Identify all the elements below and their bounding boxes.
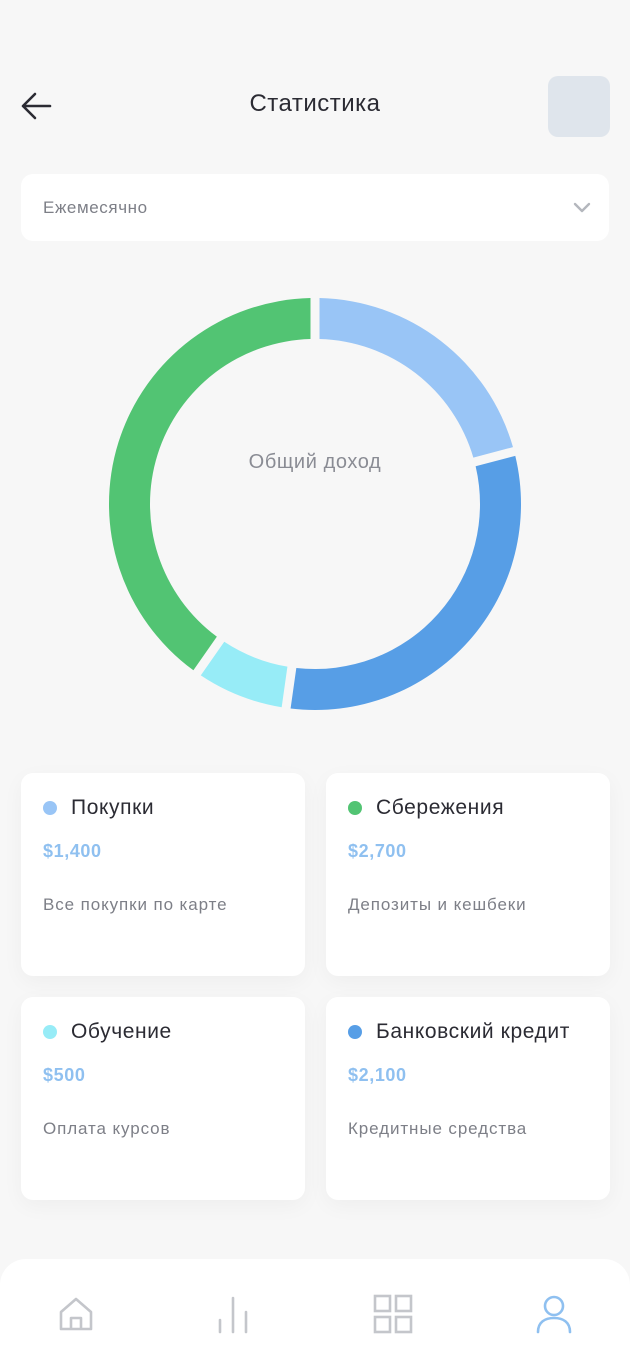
card-amount: $500 [43,1065,86,1085]
card-amount: $1,400 [43,841,102,861]
nav-stats[interactable] [208,1289,258,1339]
legend-dot [348,801,362,815]
donut-slice-savings [108,298,311,671]
card-description: Оплата курсов [43,1119,171,1138]
legend-dot [348,1025,362,1039]
bottom-nav [0,1259,630,1364]
donut-slice-bank-credit [290,455,521,710]
profile-icon [536,1295,572,1334]
chevron-down-icon [573,202,591,212]
income-donut-chart: Общий доход [105,293,525,715]
grid-icon [373,1294,413,1334]
page-title: Статистика [249,90,381,117]
card-description: Депозиты и кешбеки [348,895,527,914]
avatar[interactable] [548,76,610,137]
nav-profile[interactable] [529,1289,579,1339]
card-amount: $2,700 [348,841,407,861]
home-icon [59,1297,93,1331]
card-amount: $2,100 [348,1065,407,1085]
card-title: Покупки [71,796,155,819]
donut-slice-purchases [319,298,513,458]
card-title: Банковский кредит [376,1020,570,1043]
legend-dot [43,1025,57,1039]
nav-home[interactable] [51,1289,101,1339]
category-card-purchases[interactable]: Покупки $1,400 Все покупки по карте [21,773,305,976]
donut-slice-education [200,641,288,708]
period-select-value: Ежемесячно [43,197,148,217]
donut-svg [108,298,521,710]
legend-dot [43,801,57,815]
category-card-education[interactable]: Обучение $500 Оплата курсов [21,997,305,1200]
nav-grid[interactable] [368,1289,418,1339]
card-title: Обучение [71,1020,172,1043]
card-description: Все покупки по карте [43,895,228,914]
card-description: Кредитные средства [348,1119,528,1138]
category-card-savings[interactable]: Сбережения $2,700 Депозиты и кешбеки [326,773,610,976]
card-title: Сбережения [376,796,505,819]
chart-center-label: Общий доход [248,451,382,473]
category-card-bank-credit[interactable]: Банковский кредит $2,100 Кредитные средс… [326,997,610,1200]
header: Статистика [0,0,630,170]
stats-icon [218,1296,248,1334]
period-select[interactable]: Ежемесячно [21,174,609,241]
